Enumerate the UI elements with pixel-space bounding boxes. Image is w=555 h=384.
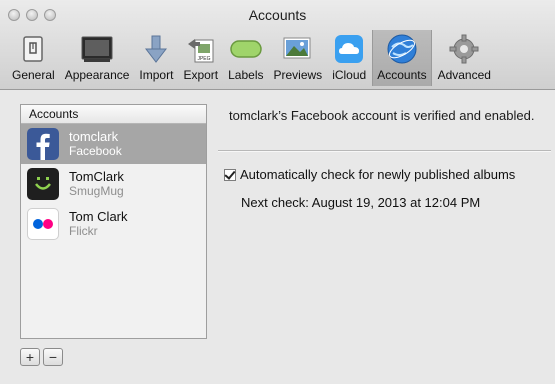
title-toolbar: Accounts General Appearance Import JPEG … <box>0 0 555 90</box>
accounts-list: Accounts tomclark Facebook TomClark Smug… <box>20 104 207 339</box>
appearance-icon <box>80 33 114 65</box>
advanced-icon <box>447 33 481 65</box>
accounts-list-header: Accounts <box>21 105 206 124</box>
account-service: SmugMug <box>69 184 124 198</box>
icloud-icon <box>332 33 366 65</box>
export-icon: JPEG <box>184 33 218 65</box>
account-service: Facebook <box>69 144 122 158</box>
toolbar-advanced[interactable]: Advanced <box>434 30 495 86</box>
add-account-button[interactable]: + <box>20 348 40 366</box>
auto-check-option[interactable]: Automatically check for newly published … <box>224 167 515 182</box>
facebook-icon <box>27 128 59 160</box>
next-check-text: Next check: August 19, 2013 at 12:04 PM <box>241 195 481 210</box>
general-icon <box>16 33 50 65</box>
preferences-toolbar: General Appearance Import JPEG Export La… <box>8 30 497 86</box>
preferences-window: Accounts General Appearance Import JPEG … <box>0 0 555 384</box>
account-service: Flickr <box>69 224 98 238</box>
toolbar-accounts[interactable]: Accounts <box>372 30 432 86</box>
previews-icon <box>281 33 315 65</box>
smugmug-icon <box>27 168 59 200</box>
toolbar-import[interactable]: Import <box>135 30 177 86</box>
account-name: Tom Clark <box>69 209 128 224</box>
auto-check-label[interactable]: Automatically check for newly published … <box>240 167 515 182</box>
import-icon <box>139 33 173 65</box>
toolbar-icloud[interactable]: iCloud <box>328 30 370 86</box>
toolbar-export[interactable]: JPEG Export <box>179 30 222 86</box>
account-row-smugmug[interactable]: TomClark SmugMug <box>21 164 206 204</box>
auto-check-checkbox[interactable] <box>224 168 236 181</box>
labels-icon <box>229 33 263 65</box>
account-row-facebook[interactable]: tomclark Facebook <box>21 124 206 164</box>
flickr-icon <box>27 208 59 240</box>
account-status-text: tomclark’s Facebook account is verified … <box>229 108 535 123</box>
toolbar-previews[interactable]: Previews <box>270 30 327 86</box>
account-row-flickr[interactable]: Tom Clark Flickr <box>21 204 206 244</box>
accounts-icon <box>385 33 419 65</box>
toolbar-appearance[interactable]: Appearance <box>61 30 134 86</box>
window-title: Accounts <box>248 7 307 23</box>
svg-text:JPEG: JPEG <box>197 56 210 62</box>
account-name: tomclark <box>69 129 119 144</box>
divider <box>218 150 551 152</box>
remove-account-button[interactable]: − <box>43 348 63 366</box>
toolbar-labels[interactable]: Labels <box>224 30 267 86</box>
toolbar-general[interactable]: General <box>8 30 59 86</box>
account-name: TomClark <box>69 169 124 184</box>
